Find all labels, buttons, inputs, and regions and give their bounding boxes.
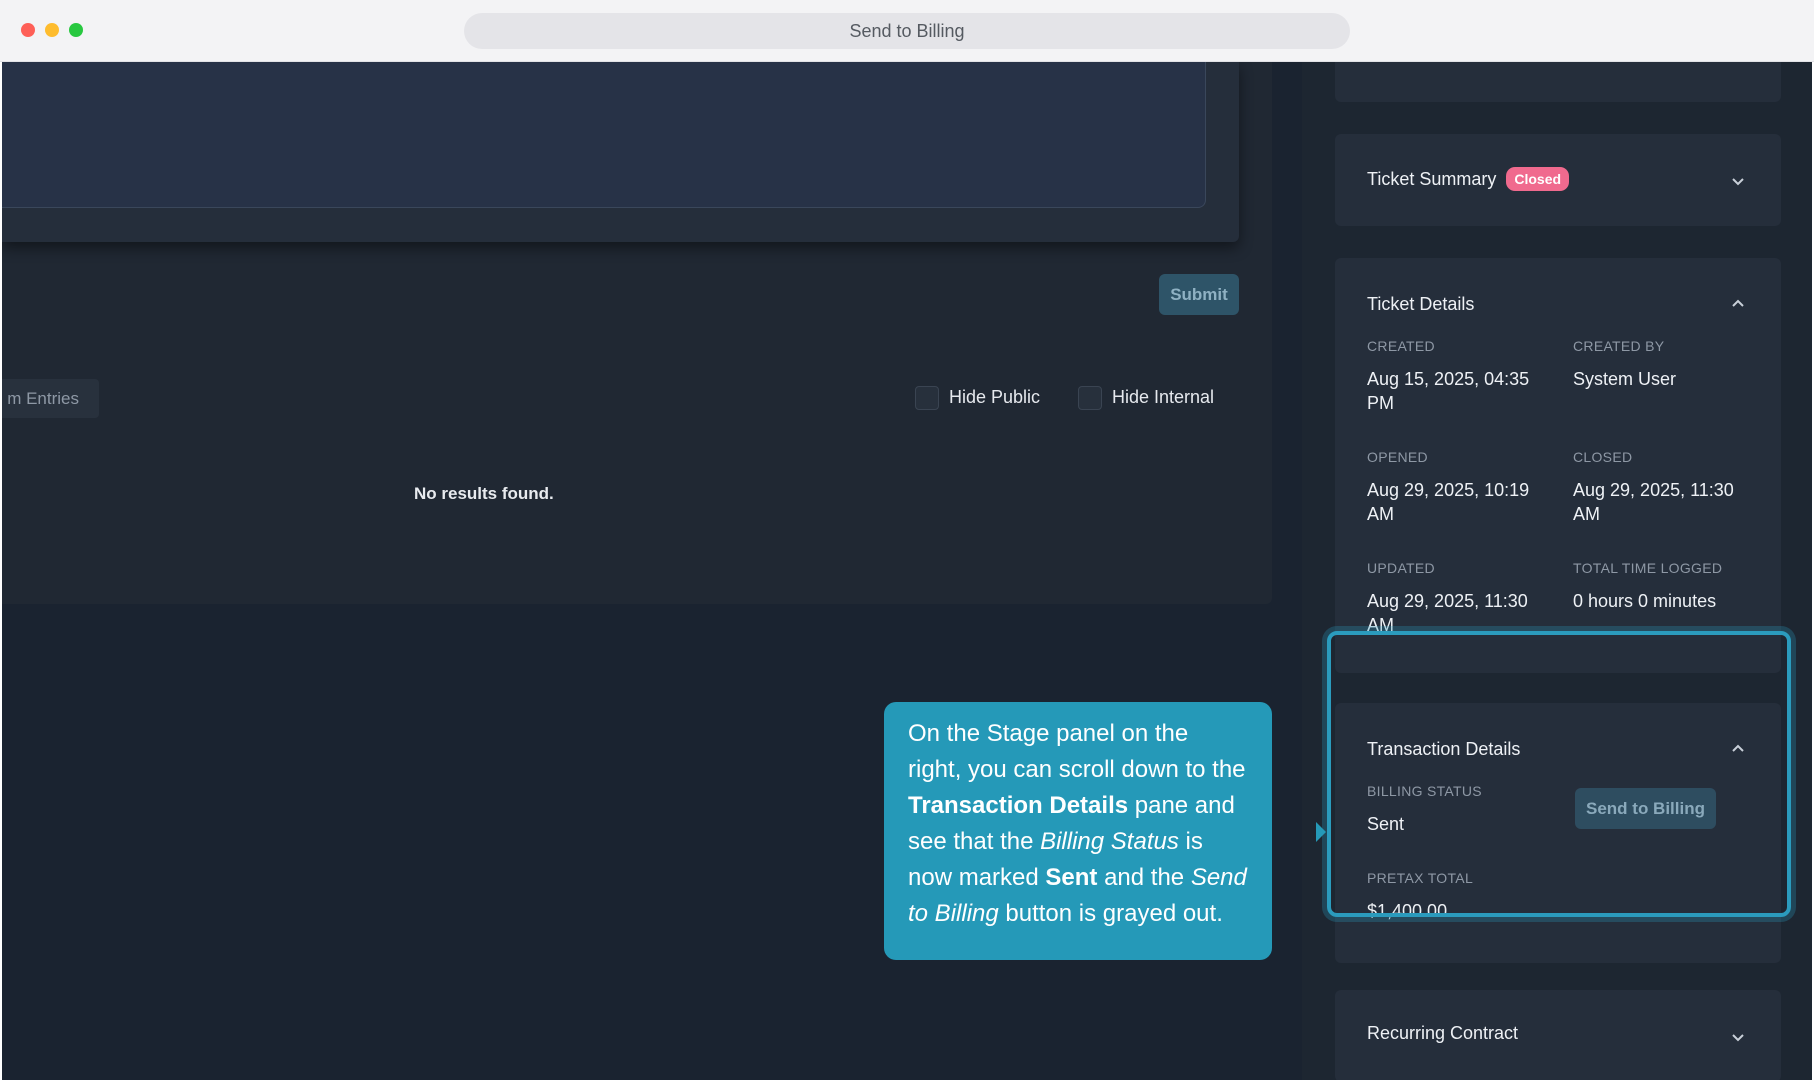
maximize-window-button[interactable] (69, 23, 83, 37)
minimize-window-button[interactable] (45, 23, 59, 37)
updated-label: UPDATED (1367, 560, 1435, 576)
entries-tab-label: m Entries (7, 389, 79, 408)
browser-window: Send to Billing Submit m Entries Hide Pu… (0, 0, 1814, 1080)
ticket-summary-card[interactable]: Ticket Summary Closed (1335, 134, 1781, 226)
callout-text-1: On the Stage panel on the right, you can… (908, 720, 1246, 783)
ticket-details-title: Ticket Details (1367, 294, 1475, 314)
pretax-total-value: $1,400.00 (1367, 901, 1448, 921)
ticket-details-card: Ticket Details CREATED Aug 15, 2025, 04:… (1335, 258, 1781, 673)
submit-button[interactable]: Submit (1159, 274, 1239, 315)
stage-panel: Ticket Summary Closed Ticket Details CREA… (1302, 62, 1812, 1080)
recurring-contract-title: Recurring Contract (1367, 1023, 1519, 1043)
opened-label: OPENED (1367, 449, 1428, 465)
closed-value: Aug 29, 2025, 11:30 AM (1573, 480, 1734, 524)
recurring-contract-card[interactable]: Recurring Contract (1335, 990, 1781, 1080)
note-editor[interactable] (2, 62, 1206, 208)
updated-value: Aug 29, 2025, 11:30 AM (1367, 591, 1528, 635)
chevron-down-icon[interactable] (1731, 1032, 1745, 1042)
billing-status-label: BILLING STATUS (1367, 783, 1482, 799)
no-results-message: No results found. (414, 484, 554, 503)
ticket-summary-title: Ticket Summary Closed (1367, 167, 1570, 191)
note-editor-frame (2, 62, 1239, 242)
transaction-details-card: Transaction Details BILLING STATUS Sent … (1335, 703, 1781, 963)
created-by-label: CREATED BY (1573, 338, 1665, 354)
callout-text-4: and the (1097, 864, 1191, 891)
transaction-details-title: Transaction Details (1367, 739, 1521, 759)
created-value: Aug 15, 2025, 04:35 PM (1367, 369, 1530, 413)
status-badge: Closed (1506, 167, 1570, 191)
close-window-button[interactable] (21, 23, 35, 37)
chevron-down-icon[interactable] (1731, 176, 1745, 186)
main-panel: Submit m Entries Hide Public Hide Intern… (2, 62, 1272, 604)
send-to-billing-button[interactable]: Send to Billing (1575, 788, 1716, 829)
hide-public-label: Hide Public (949, 387, 1041, 407)
opened-value: Aug 29, 2025, 10:19 AM (1367, 480, 1530, 524)
callout-italic-billing-status: Billing Status (1040, 828, 1179, 855)
callout-pointer (1316, 822, 1326, 842)
tutorial-callout: On the Stage panel on the right, you can… (884, 702, 1272, 960)
callout-text-5: button is grayed out. (998, 900, 1223, 927)
hide-public-checkbox[interactable] (915, 386, 939, 410)
created-label: CREATED (1367, 338, 1435, 354)
chevron-up-icon[interactable] (1731, 743, 1745, 753)
previous-card (1335, 62, 1781, 102)
created-by-value: System User (1573, 369, 1677, 389)
callout-bold-transaction-details: Transaction Details (908, 792, 1129, 819)
ticket-summary-title-text: Ticket Summary (1367, 169, 1497, 189)
entries-tab[interactable]: m Entries (2, 379, 99, 418)
hide-internal-label: Hide Internal (1112, 387, 1215, 407)
title-bar: Send to Billing (0, 0, 1814, 62)
total-time-label: TOTAL TIME LOGGED (1573, 560, 1723, 576)
callout-bold-sent: Sent (1045, 864, 1098, 891)
chevron-up-icon[interactable] (1731, 298, 1745, 308)
closed-label: CLOSED (1573, 449, 1633, 465)
pretax-total-label: PRETAX TOTAL (1367, 870, 1474, 886)
billing-status-value: Sent (1367, 814, 1405, 834)
address-bar[interactable]: Send to Billing (464, 13, 1350, 49)
hide-internal-checkbox[interactable] (1078, 386, 1102, 410)
total-time-value: 0 hours 0 minutes (1573, 591, 1717, 611)
